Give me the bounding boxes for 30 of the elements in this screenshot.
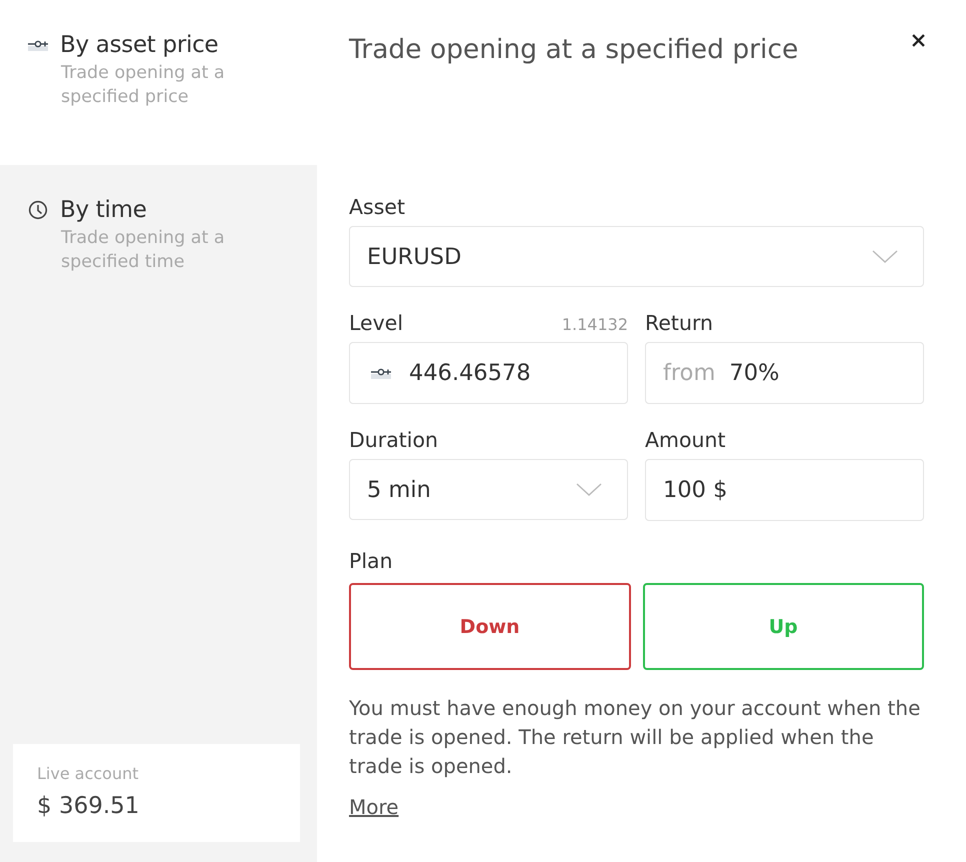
sidebar-item-title: By time bbox=[60, 197, 147, 223]
field-label: Asset bbox=[349, 194, 406, 220]
level-line-icon bbox=[28, 39, 48, 51]
close-button[interactable] bbox=[912, 34, 925, 47]
field-label: Plan bbox=[349, 548, 394, 574]
field-label: Return bbox=[645, 310, 714, 336]
down-button[interactable]: Down bbox=[349, 583, 630, 670]
field-label: Duration bbox=[349, 427, 438, 453]
chevron-down-icon bbox=[576, 482, 602, 496]
sidebar-item[interactable]: By asset price Trade opening at a specified price bbox=[0, 0, 317, 165]
field-label: Amount bbox=[645, 427, 726, 453]
account-label: Live account bbox=[37, 763, 138, 785]
asset-select[interactable]: EURUSD bbox=[349, 226, 924, 287]
return-input[interactable]: from 70% bbox=[645, 342, 924, 404]
info-text: You must have enough money on your account when the trade is opened. The return will be applied when the trade is opened. bbox=[349, 695, 922, 780]
account-balance: $ 369.51 bbox=[37, 793, 140, 819]
close-icon bbox=[912, 34, 925, 47]
clock-icon bbox=[28, 200, 48, 220]
level-line-icon bbox=[371, 367, 391, 379]
sidebar-item-description: Trade opening at a specified time bbox=[61, 227, 226, 274]
sidebar-item-title: By asset price bbox=[60, 32, 218, 58]
panel-title: Trade opening at a specified price bbox=[349, 33, 798, 67]
more-link[interactable]: More bbox=[349, 794, 399, 820]
sidebar-item-description: Trade opening at a specified price bbox=[61, 62, 226, 109]
duration-select[interactable]: 5 min bbox=[349, 459, 628, 520]
level-input[interactable]: 446.46578 bbox=[349, 342, 628, 404]
field-label: Level bbox=[349, 310, 404, 336]
amount-input[interactable]: 100 $ bbox=[645, 459, 924, 521]
chevron-down-icon bbox=[872, 250, 898, 264]
current-price: 1.14132 bbox=[562, 315, 628, 334]
